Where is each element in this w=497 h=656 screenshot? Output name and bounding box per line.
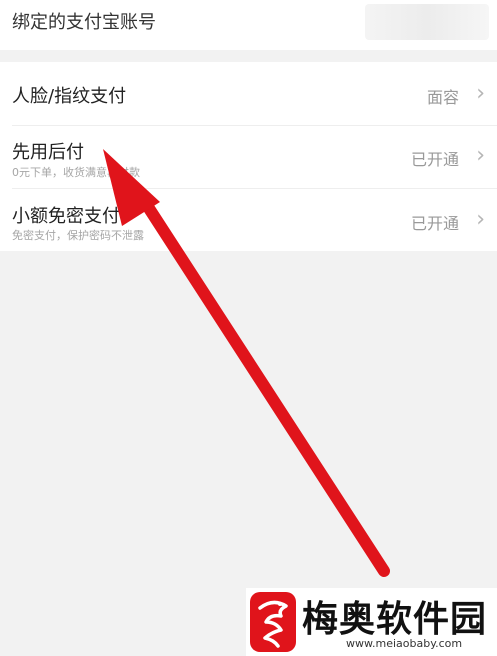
face-fingerprint-pay-value: 面容 bbox=[426, 88, 459, 107]
face-fingerprint-pay-label: 人脸/指纹支付 bbox=[12, 86, 127, 107]
watermark: 梅奥软件园 www.meiaobaby.com bbox=[246, 588, 497, 656]
small-amount-password-free-description: 免密支付，保护密码不泄露 bbox=[12, 229, 144, 242]
small-amount-password-free-value: 已开通 bbox=[410, 214, 459, 233]
small-amount-password-free-label: 小额免密支付 bbox=[12, 206, 120, 227]
chevron-right-icon: › bbox=[476, 81, 485, 106]
watermark-title: 梅奥软件园 bbox=[302, 599, 488, 640]
alipay-account-label: 绑定的支付宝账号 bbox=[12, 12, 156, 33]
pay-later-label: 先用后付 bbox=[12, 142, 84, 163]
face-fingerprint-pay-row[interactable]: 人脸/指纹支付 面容 › bbox=[0, 62, 497, 124]
watermark-url: www.meiaobaby.com bbox=[346, 637, 463, 650]
alipay-account-value-blurred bbox=[365, 4, 489, 40]
chevron-right-icon: › bbox=[476, 207, 485, 232]
payment-settings-group: 人脸/指纹支付 面容 › 先用后付 0元下单，收货满意再付款 已开通 › 小额免… bbox=[0, 62, 497, 251]
chevron-right-icon: › bbox=[476, 143, 485, 168]
pay-later-row[interactable]: 先用后付 0元下单，收货满意再付款 已开通 › bbox=[0, 126, 497, 188]
small-amount-password-free-row[interactable]: 小额免密支付 免密支付，保护密码不泄露 已开通 › bbox=[0, 189, 497, 251]
alipay-account-row[interactable]: 绑定的支付宝账号 bbox=[0, 0, 497, 50]
pay-later-description: 0元下单，收货满意再付款 bbox=[12, 166, 140, 179]
pay-later-value: 已开通 bbox=[410, 150, 459, 169]
arrow-shaft bbox=[135, 190, 390, 577]
dragon-logo-icon bbox=[250, 592, 296, 652]
